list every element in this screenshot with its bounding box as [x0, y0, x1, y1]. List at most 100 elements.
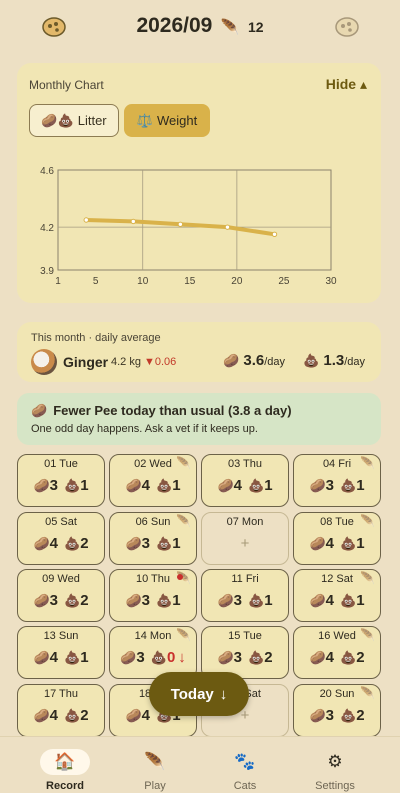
- day-date: 11 Fri: [231, 573, 259, 585]
- day-date: 09 Wed: [42, 573, 80, 585]
- day-cell[interactable]: 04 Fri 🪶 🥔3 💩1: [293, 454, 381, 507]
- day-cell[interactable]: 10 Thu 🪶 🥔3 💩1: [109, 569, 197, 622]
- avg-pee: 🥔 3.6/day: [223, 352, 285, 369]
- cat-name: Ginger: [63, 354, 109, 370]
- poop-icon: 💩: [156, 478, 173, 493]
- nav-record[interactable]: 🏠 Record: [15, 737, 115, 793]
- day-cell[interactable]: 07 Mon +: [201, 512, 289, 565]
- day-cell[interactable]: 02 Wed 🪶 🥔4 💩1: [109, 454, 197, 507]
- day-cell[interactable]: 03 Thu 🥔4 💩1: [201, 454, 289, 507]
- day-cell[interactable]: 11 Fri 🥔3 💩1: [201, 569, 289, 622]
- day-counts: 🥔3 💩1: [110, 535, 196, 552]
- pee-icon: 🥔: [309, 708, 326, 723]
- pee-count: 3: [233, 592, 242, 609]
- day-cell[interactable]: 20 Sun 🪶 🥔3 💩2: [293, 684, 381, 737]
- y-tick-label: 3.9: [40, 266, 54, 277]
- feather-icon: 🪶: [176, 514, 191, 528]
- pee-icon: 🥔: [223, 353, 240, 368]
- day-cell[interactable]: 17 Thu 🥔4 💩2: [17, 684, 105, 737]
- next-month-icon[interactable]: [334, 14, 360, 40]
- day-cell[interactable]: 08 Tue 🪶 🥔4 💩1: [293, 512, 381, 565]
- y-tick-label: 4.2: [40, 223, 54, 234]
- day-cell[interactable]: 06 Sun 🪶 🥔3 💩1: [109, 512, 197, 565]
- x-tick-label: 1: [55, 276, 61, 287]
- pee-count: 4: [325, 649, 334, 666]
- toggle-litter[interactable]: 🥔💩 Litter: [29, 104, 119, 137]
- day-cell[interactable]: 05 Sat 🥔4 💩2: [17, 512, 105, 565]
- day-date: 15 Tue: [228, 630, 262, 642]
- day-counts: 🥔3 💩0 ↓: [110, 649, 196, 666]
- poop-count: 2: [80, 707, 89, 724]
- day-date: 17 Thu: [43, 688, 79, 700]
- toggle-weight-label: Weight: [156, 113, 198, 128]
- feather-icon: 🪶: [176, 456, 191, 470]
- poop-count: 1: [264, 592, 273, 609]
- poop-icon: 💩: [64, 478, 81, 493]
- toggle-weight[interactable]: ⚖️ Weight: [124, 104, 210, 137]
- data-point: [130, 218, 137, 225]
- day-counts: 🥔3 💩1: [294, 477, 380, 494]
- poop-count: 1: [356, 592, 365, 609]
- day-counts: 🥔4 💩1: [202, 477, 288, 494]
- pee-icon: 🥔: [31, 403, 48, 418]
- feather-icon: 🪶: [360, 456, 375, 470]
- day-cell[interactable]: 09 Wed 🥔3 💩2: [17, 569, 105, 622]
- pee-count: 3: [141, 592, 150, 609]
- x-tick-label: 5: [93, 276, 99, 287]
- pee-icon: 🥔: [120, 650, 137, 665]
- nav-record-label: Record: [46, 780, 84, 792]
- data-point: [271, 231, 278, 237]
- poop-count: 2: [356, 707, 365, 724]
- pee-count: 3: [325, 477, 334, 494]
- day-cell[interactable]: 16 Wed 🪶 🥔4 💩2: [293, 626, 381, 679]
- pee-count: 4: [325, 592, 334, 609]
- month-title: 2026/09: [136, 14, 213, 37]
- pee-icon: 🥔: [309, 536, 326, 551]
- nav-play[interactable]: 🪶 Play: [105, 737, 205, 793]
- alert-title-text: Fewer Pee today than usual (3.8 a day): [53, 403, 292, 418]
- avatar: [31, 349, 57, 375]
- pee-count: 4: [49, 707, 58, 724]
- x-tick-label: 10: [137, 276, 149, 287]
- poop-icon: 💩: [64, 536, 81, 551]
- nav-settings[interactable]: ⚙ Settings: [285, 737, 385, 793]
- chart-title: Monthly Chart: [29, 78, 104, 92]
- poop-count: 1: [356, 477, 365, 494]
- poop-icon: 💩: [248, 593, 265, 608]
- today-button[interactable]: Today ↓: [149, 672, 249, 716]
- day-cell[interactable]: 12 Sat 🪶 🥔4 💩1: [293, 569, 381, 622]
- pee-count: 3: [136, 649, 145, 666]
- pee-count: 3: [233, 649, 242, 666]
- nav-cats-label: Cats: [233, 780, 257, 792]
- pee-icon: 🥔: [217, 478, 234, 493]
- toggle-litter-label: Litter: [77, 113, 107, 128]
- pee-count: 3: [49, 592, 58, 609]
- day-counts: 🥔3 💩2: [18, 592, 104, 609]
- arrow-down-icon: ↓: [178, 649, 186, 666]
- pee-icon: 🥔: [125, 478, 142, 493]
- day-counts: 🥔4 💩1: [18, 649, 104, 666]
- pee-icon: 🥔: [33, 478, 50, 493]
- pee-count: 3: [49, 477, 58, 494]
- per-day-label: /day: [344, 356, 366, 368]
- per-day-label: /day: [264, 356, 286, 368]
- day-counts: 🥔4 💩1: [110, 477, 196, 494]
- avg-pee-value: 3.6: [243, 352, 265, 369]
- poop-icon: 💩: [340, 478, 357, 493]
- poop-icon: 💩: [303, 353, 320, 368]
- fewer-pee-alert: 🥔 Fewer Pee today than usual (3.8 a day) …: [17, 393, 381, 445]
- pee-icon: 🥔: [33, 708, 50, 723]
- day-counts: 🥔4 💩1: [294, 592, 380, 609]
- day-cell[interactable]: 13 Sun 🥔4 💩1: [17, 626, 105, 679]
- daily-average-card: This month · daily average Ginger 4.2 kg…: [17, 322, 381, 382]
- y-tick-label: 4.6: [40, 166, 54, 177]
- hide-chart-button[interactable]: Hide ▴: [326, 76, 367, 93]
- poop-count: 2: [356, 649, 365, 666]
- day-cell[interactable]: 01 Tue 🥔3 💩1: [17, 454, 105, 507]
- feather-icon: 🪶: [360, 628, 375, 642]
- day-date: 01 Tue: [44, 458, 78, 470]
- nav-cats[interactable]: 🐾 Cats: [195, 737, 295, 793]
- pee-icon: 🥔: [309, 593, 326, 608]
- gear-icon: ⚙: [327, 752, 343, 771]
- feather-icon: 🪶: [360, 686, 375, 700]
